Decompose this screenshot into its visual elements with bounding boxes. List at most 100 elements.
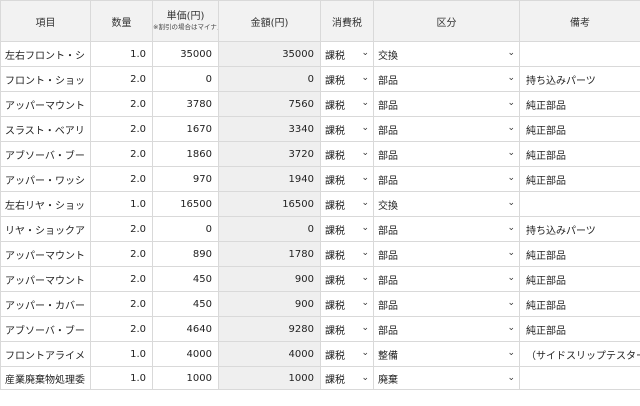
chevron-down-icon: ⌄: [361, 348, 369, 358]
unit-price-field[interactable]: 4000: [152, 341, 219, 367]
note-field[interactable]: 純正部品: [519, 166, 640, 192]
tax-select-value: 課税: [325, 100, 345, 112]
qty-field[interactable]: 2.0: [90, 166, 153, 192]
item-field[interactable]: 産業廃棄物処理委: [0, 366, 91, 390]
note-field[interactable]: [519, 366, 640, 390]
qty-field[interactable]: 2.0: [90, 216, 153, 242]
unit-price-field[interactable]: 3780: [152, 91, 219, 117]
tax-select[interactable]: 課税 ⌄: [320, 291, 374, 317]
tax-select[interactable]: 課税 ⌄: [320, 166, 374, 192]
qty-field[interactable]: 1.0: [90, 366, 153, 390]
note-field[interactable]: 持ち込みパーツ: [519, 66, 640, 92]
unit-price-field[interactable]: 450: [152, 291, 219, 317]
chevron-down-icon: ⌄: [361, 248, 369, 258]
category-select[interactable]: 廃棄 ⌄: [373, 366, 520, 390]
tax-select[interactable]: 課税 ⌄: [320, 116, 374, 142]
category-select[interactable]: 部品 ⌄: [373, 91, 520, 117]
qty-field[interactable]: 2.0: [90, 291, 153, 317]
tax-select[interactable]: 課税 ⌄: [320, 316, 374, 342]
item-field[interactable]: フロント・ショッ: [0, 66, 91, 92]
category-select[interactable]: 整備 ⌄: [373, 341, 520, 367]
item-field[interactable]: アッパーマウント: [0, 91, 91, 117]
unit-price-field[interactable]: 970: [152, 166, 219, 192]
tax-select[interactable]: 課税 ⌄: [320, 41, 374, 67]
chevron-down-icon: ⌄: [507, 298, 515, 308]
chevron-down-icon: ⌄: [361, 373, 369, 383]
item-field[interactable]: フロントアライメ: [0, 341, 91, 367]
tax-select[interactable]: 課税 ⌄: [320, 66, 374, 92]
unit-price-field[interactable]: 0: [152, 66, 219, 92]
note-field[interactable]: 純正部品: [519, 316, 640, 342]
tax-select-value: 課税: [325, 200, 345, 212]
table-row: 左右フロント・シ 1.0 35000 35000 課税 ⌄ 交換 ⌄: [0, 41, 640, 67]
qty-field[interactable]: 2.0: [90, 316, 153, 342]
unit-price-field[interactable]: 4640: [152, 316, 219, 342]
tax-select[interactable]: 課税 ⌄: [320, 241, 374, 267]
unit-price-field[interactable]: 450: [152, 266, 219, 292]
category-select[interactable]: 部品 ⌄: [373, 216, 520, 242]
unit-price-field[interactable]: 1670: [152, 116, 219, 142]
note-field[interactable]: 純正部品: [519, 91, 640, 117]
note-field[interactable]: [519, 191, 640, 217]
category-select[interactable]: 交換 ⌄: [373, 41, 520, 67]
note-field[interactable]: 純正部品: [519, 266, 640, 292]
category-select[interactable]: 部品 ⌄: [373, 316, 520, 342]
tax-select[interactable]: 課税 ⌄: [320, 266, 374, 292]
category-select[interactable]: 部品 ⌄: [373, 291, 520, 317]
item-field[interactable]: 左右リヤ・ショッ: [0, 191, 91, 217]
note-field[interactable]: [519, 41, 640, 67]
category-select[interactable]: 部品 ⌄: [373, 141, 520, 167]
tax-select[interactable]: 課税 ⌄: [320, 191, 374, 217]
qty-field[interactable]: 2.0: [90, 241, 153, 267]
item-field[interactable]: アッパーマウント: [0, 241, 91, 267]
note-field[interactable]: 純正部品: [519, 291, 640, 317]
tax-select-value: 課税: [325, 300, 345, 312]
category-select[interactable]: 交換 ⌄: [373, 191, 520, 217]
amount-value: 1780: [218, 241, 321, 267]
note-field[interactable]: 純正部品: [519, 116, 640, 142]
tax-select[interactable]: 課税 ⌄: [320, 91, 374, 117]
table-body: 左右フロント・シ 1.0 35000 35000 課税 ⌄ 交換 ⌄ フロント・ショッ 2.0 0 0…: [0, 41, 640, 390]
header-row: 項目 数量 単価(円) ※割引の場合はマイナス値を入力 金額(円) 消費税 区分…: [0, 0, 640, 42]
note-field[interactable]: 持ち込みパーツ: [519, 216, 640, 242]
unit-price-field[interactable]: 35000: [152, 41, 219, 67]
tax-select[interactable]: 課税 ⌄: [320, 141, 374, 167]
table-row: アブソーバ・ブー 2.0 1860 3720 課税 ⌄ 部品 ⌄ 純正部品: [0, 141, 640, 167]
qty-field[interactable]: 1.0: [90, 191, 153, 217]
item-field[interactable]: 左右フロント・シ: [0, 41, 91, 67]
tax-select[interactable]: 課税 ⌄: [320, 341, 374, 367]
tax-select[interactable]: 課税 ⌄: [320, 366, 374, 390]
category-select[interactable]: 部品 ⌄: [373, 66, 520, 92]
category-select-value: 交換: [378, 200, 398, 212]
item-field[interactable]: スラスト・ベアリ: [0, 116, 91, 142]
note-field[interactable]: （サイドスリップテスター: [519, 341, 640, 367]
item-field[interactable]: アブソーバ・ブー: [0, 141, 91, 167]
category-select[interactable]: 部品 ⌄: [373, 241, 520, 267]
unit-price-field[interactable]: 16500: [152, 191, 219, 217]
note-field[interactable]: 純正部品: [519, 241, 640, 267]
unit-price-field[interactable]: 0: [152, 216, 219, 242]
unit-price-field[interactable]: 890: [152, 241, 219, 267]
category-select[interactable]: 部品 ⌄: [373, 166, 520, 192]
item-field[interactable]: アブソーバ・ブー: [0, 316, 91, 342]
qty-field[interactable]: 1.0: [90, 41, 153, 67]
table-row: フロント・ショッ 2.0 0 0 課税 ⌄ 部品 ⌄ 持ち込みパーツ: [0, 66, 640, 92]
unit-price-field[interactable]: 1860: [152, 141, 219, 167]
qty-field[interactable]: 2.0: [90, 141, 153, 167]
qty-field[interactable]: 1.0: [90, 341, 153, 367]
item-field[interactable]: アッパーマウント: [0, 266, 91, 292]
unit-price-field[interactable]: 1000: [152, 366, 219, 390]
qty-field[interactable]: 2.0: [90, 91, 153, 117]
qty-field[interactable]: 2.0: [90, 266, 153, 292]
item-field[interactable]: リヤ・ショックア: [0, 216, 91, 242]
tax-select[interactable]: 課税 ⌄: [320, 216, 374, 242]
category-select-value: 部品: [378, 275, 398, 287]
note-field[interactable]: 純正部品: [519, 141, 640, 167]
category-select[interactable]: 部品 ⌄: [373, 116, 520, 142]
item-field[interactable]: アッパー・カバー: [0, 291, 91, 317]
amount-value: 4000: [218, 341, 321, 367]
item-field[interactable]: アッパー・ワッシ: [0, 166, 91, 192]
qty-field[interactable]: 2.0: [90, 116, 153, 142]
category-select[interactable]: 部品 ⌄: [373, 266, 520, 292]
qty-field[interactable]: 2.0: [90, 66, 153, 92]
